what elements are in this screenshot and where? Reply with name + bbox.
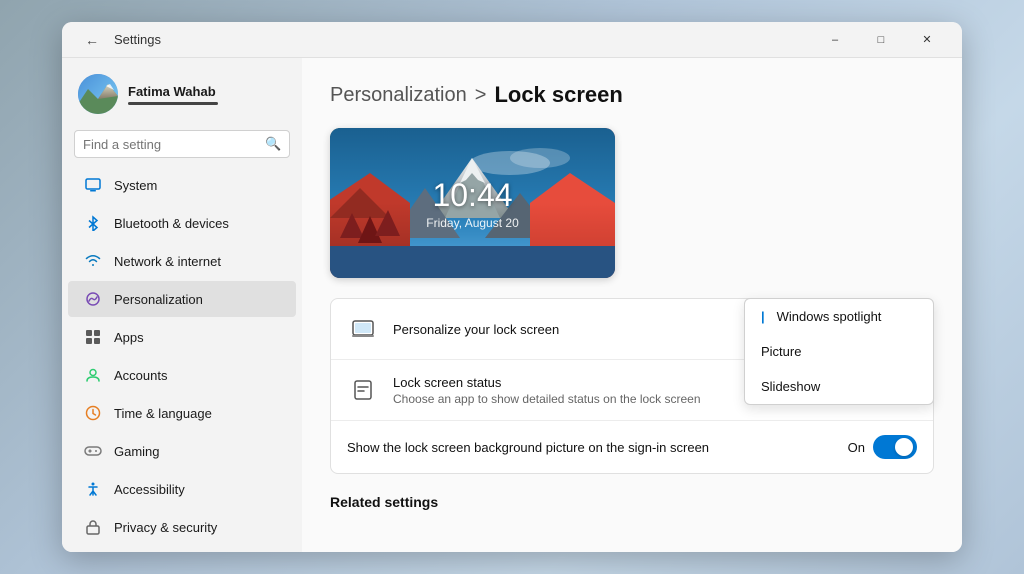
sidebar-item-accessibility-label: Accessibility <box>114 482 185 497</box>
titlebar: ← Settings – □ ✕ <box>62 22 962 58</box>
preview-time: 10:44 <box>432 177 512 214</box>
toggle-knob <box>895 438 913 456</box>
sidebar-item-system-label: System <box>114 178 157 193</box>
gaming-icon <box>84 442 102 460</box>
sidebar-item-bluetooth-label: Bluetooth & devices <box>114 216 229 231</box>
close-button[interactable]: ✕ <box>904 22 950 58</box>
settings-window: ← Settings – □ ✕ <box>62 22 962 552</box>
breadcrumb-current: Lock screen <box>494 82 622 108</box>
dropdown-item-slideshow[interactable]: Slideshow <box>745 369 933 404</box>
sidebar-item-gaming[interactable]: Gaming <box>68 433 296 469</box>
sidebar-item-bluetooth[interactable]: Bluetooth & devices <box>68 205 296 241</box>
sidebar-item-gaming-label: Gaming <box>114 444 160 459</box>
setting-personalize-icon <box>347 313 379 345</box>
avatar <box>78 74 118 114</box>
search-box[interactable]: 🔍 <box>74 130 290 158</box>
back-button[interactable]: ← <box>78 26 106 54</box>
sidebar: Fatima Wahab 🔍 System Bluetooth & de <box>62 58 302 552</box>
user-account-bar <box>128 102 218 105</box>
sidebar-item-personalization-label: Personalization <box>114 292 203 307</box>
sidebar-item-privacy-label: Privacy & security <box>114 520 217 535</box>
setting-showbg-control: On <box>848 435 917 459</box>
sidebar-item-privacy[interactable]: Privacy & security <box>68 509 296 545</box>
breadcrumb-parent[interactable]: Personalization <box>330 84 467 107</box>
username: Fatima Wahab <box>128 84 218 99</box>
accounts-icon <box>84 366 102 384</box>
personalization-icon <box>84 290 102 308</box>
apps-icon <box>84 328 102 346</box>
breadcrumb-separator: > <box>475 84 487 107</box>
setting-showbg-label: Show the lock screen background picture … <box>347 440 834 455</box>
setting-showbg-text: Show the lock screen background picture … <box>347 440 834 455</box>
setting-status-icon <box>347 374 379 406</box>
window-controls: – □ ✕ <box>812 22 950 58</box>
titlebar-left: ← Settings <box>78 26 161 54</box>
sidebar-item-network-label: Network & internet <box>114 254 221 269</box>
sidebar-item-accessibility[interactable]: Accessibility <box>68 471 296 507</box>
lockscreen-preview: 10:44 Friday, August 20 <box>330 128 615 278</box>
network-icon <box>84 252 102 270</box>
sidebar-item-accounts-label: Accounts <box>114 368 167 383</box>
page-header: Personalization > Lock screen <box>330 82 934 108</box>
content-area: Fatima Wahab 🔍 System Bluetooth & de <box>62 58 962 552</box>
sidebar-item-time-label: Time & language <box>114 406 212 421</box>
preview-background: 10:44 Friday, August 20 <box>330 128 615 278</box>
user-section: Fatima Wahab <box>62 58 302 126</box>
minimize-button[interactable]: – <box>812 22 858 58</box>
sidebar-item-system[interactable]: System <box>68 167 296 203</box>
setting-row-personalize: Personalize your lock screen Windows spo… <box>331 299 933 360</box>
main-content: Personalization > Lock screen <box>302 58 962 552</box>
user-info: Fatima Wahab <box>128 84 218 105</box>
window-title: Settings <box>114 32 161 47</box>
setting-row-showbg: Show the lock screen background picture … <box>331 421 933 473</box>
toggle-show-bg[interactable] <box>873 435 917 459</box>
sidebar-item-accounts[interactable]: Accounts <box>68 357 296 393</box>
sidebar-item-network[interactable]: Network & internet <box>68 243 296 279</box>
sidebar-item-apps[interactable]: Apps <box>68 319 296 355</box>
related-settings-title: Related settings <box>330 494 934 510</box>
maximize-button[interactable]: □ <box>858 22 904 58</box>
preview-date: Friday, August 20 <box>426 216 519 230</box>
dropdown-item-picture[interactable]: Picture <box>745 334 933 369</box>
sidebar-item-apps-label: Apps <box>114 330 144 345</box>
toggle-on-label: On <box>848 440 865 455</box>
dropdown-item-spotlight[interactable]: Windows spotlight <box>745 299 933 334</box>
bluetooth-icon <box>84 214 102 232</box>
personalize-dropdown[interactable]: Windows spotlight Picture Slideshow <box>744 298 934 405</box>
accessibility-icon <box>84 480 102 498</box>
time-icon <box>84 404 102 422</box>
settings-card: Personalize your lock screen Windows spo… <box>330 298 934 474</box>
search-icon: 🔍 <box>265 136 281 152</box>
search-input[interactable] <box>83 137 259 152</box>
related-settings-section: Related settings <box>330 494 934 510</box>
sidebar-item-personalization[interactable]: Personalization <box>68 281 296 317</box>
system-icon <box>84 176 102 194</box>
privacy-icon <box>84 518 102 536</box>
sidebar-item-time[interactable]: Time & language <box>68 395 296 431</box>
